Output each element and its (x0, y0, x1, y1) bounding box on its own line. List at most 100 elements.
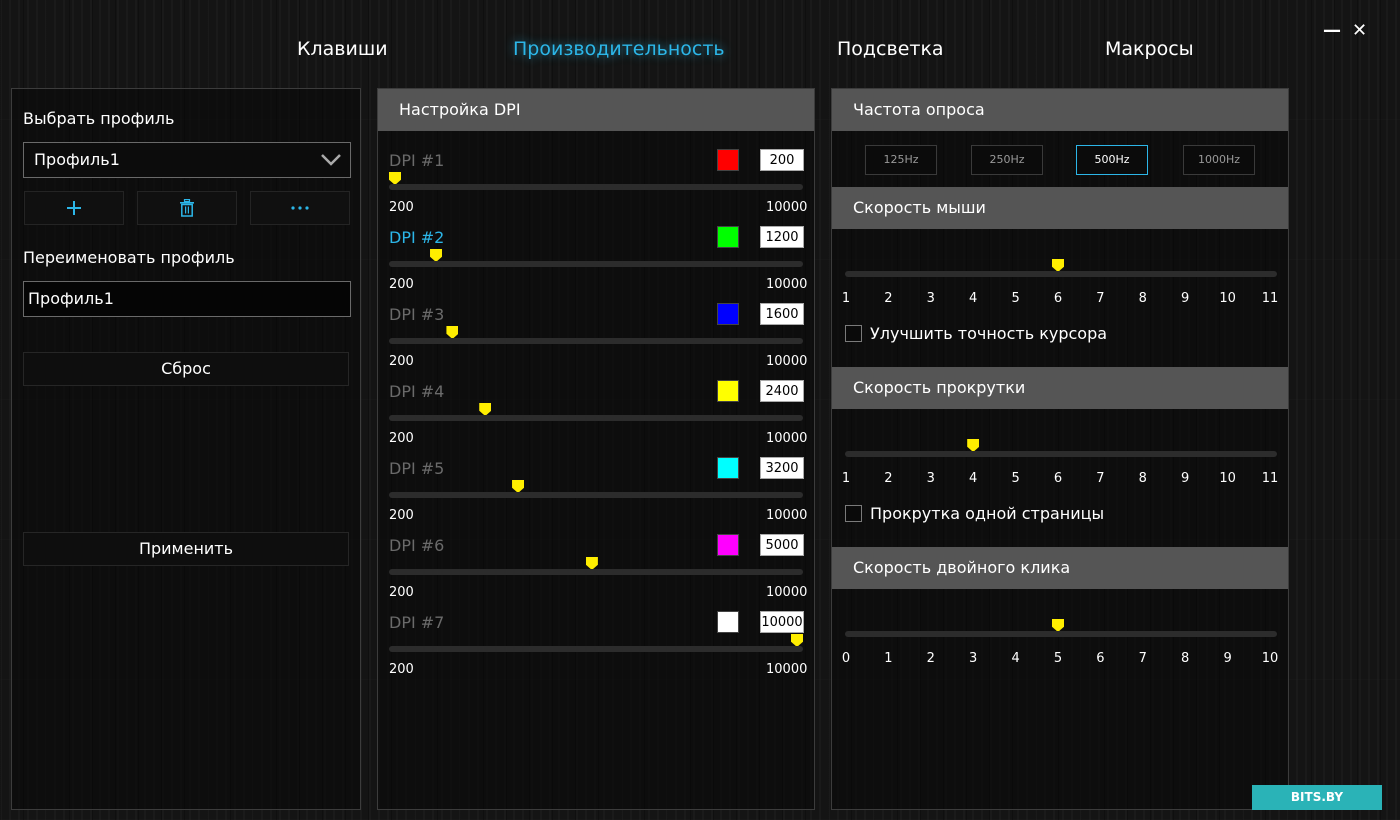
minimize-button[interactable]: — (1323, 20, 1341, 41)
slider-tick-label: 1 (884, 651, 893, 666)
dpi-label[interactable]: DPI #2 (389, 228, 444, 247)
slider-tick-label: 7 (1096, 291, 1105, 306)
slider-tick-label: 3 (926, 471, 935, 486)
profile-dropdown[interactable]: Профиль1 (23, 142, 351, 178)
rename-profile-input[interactable]: Профиль1 (23, 281, 351, 317)
mouse-speed-header: Скорость мыши (832, 187, 1288, 229)
tab-lighting[interactable]: Подсветка (837, 38, 944, 60)
dpi-min-label: 200 (389, 662, 414, 677)
dpi-value-input[interactable]: 5000 (760, 534, 804, 556)
slider-tick-label: 4 (969, 291, 978, 306)
tab-macros[interactable]: Макросы (1105, 38, 1194, 60)
dpi-value-input[interactable]: 1200 (760, 226, 804, 248)
dpi-section-header: Настройка DPI (378, 89, 814, 131)
profile-panel: Выбрать профиль Профиль1 Переименовать п… (11, 88, 361, 810)
dpi-label[interactable]: DPI #1 (389, 151, 444, 170)
trash-icon (180, 199, 194, 217)
dpi-max-label: 10000 (766, 662, 808, 677)
slider-tick-label: 1 (841, 471, 851, 486)
dpi-color-swatch[interactable] (717, 303, 739, 325)
delete-profile-button[interactable] (137, 191, 237, 225)
slider-tick-label: 7 (1138, 651, 1147, 666)
dpi-row: DPI #2 1200 200 10000 (378, 216, 814, 293)
rate-1000-button[interactable]: 1000Hz (1183, 145, 1255, 175)
dpi-value-input[interactable]: 10000 (760, 611, 804, 633)
dpi-value-input[interactable]: 3200 (760, 457, 804, 479)
slider-tick-label: 3 (926, 291, 935, 306)
slider-tick-label: 2 (884, 471, 893, 486)
rate-250-button[interactable]: 250Hz (971, 145, 1043, 175)
dpi-max-label: 10000 (766, 508, 808, 523)
slider-tick-label: 11 (1261, 471, 1279, 486)
dpi-max-label: 10000 (766, 585, 808, 600)
double-click-header: Скорость двойного клика (832, 547, 1288, 589)
slider-tick-label: 4 (1011, 651, 1020, 666)
dpi-color-swatch[interactable] (717, 457, 739, 479)
slider-tick-label: 3 (969, 651, 978, 666)
dpi-label[interactable]: DPI #7 (389, 613, 444, 632)
apply-button[interactable]: Применить (23, 532, 349, 566)
slider-tick-label: 0 (841, 651, 851, 666)
tab-performance[interactable]: Производительность (513, 38, 725, 60)
dpi-slider-track[interactable] (389, 338, 803, 344)
dpi-value-input[interactable]: 200 (760, 149, 804, 171)
dpi-value-input[interactable]: 2400 (760, 380, 804, 402)
dpi-label[interactable]: DPI #4 (389, 382, 444, 401)
slider-tick-label: 9 (1223, 651, 1232, 666)
slider-tick-label: 5 (1011, 291, 1020, 306)
dpi-row: DPI #1 200 200 10000 (378, 139, 814, 216)
watermark-logo: BITS.BY (1252, 785, 1382, 810)
add-profile-button[interactable] (24, 191, 124, 225)
slider-tick-label: 9 (1181, 471, 1190, 486)
single-page-scroll-checkbox[interactable] (845, 505, 862, 522)
dpi-color-swatch[interactable] (717, 226, 739, 248)
dpi-min-label: 200 (389, 354, 414, 369)
slider-tick-label: 10 (1219, 471, 1236, 486)
cursor-precision-checkbox[interactable] (845, 325, 862, 342)
slider-track[interactable] (845, 451, 1277, 457)
slider-tick-label: 8 (1138, 471, 1147, 486)
dpi-color-swatch[interactable] (717, 380, 739, 402)
dpi-label[interactable]: DPI #3 (389, 305, 444, 324)
dpi-row: DPI #3 1600 200 10000 (378, 293, 814, 370)
dpi-slider-track[interactable] (389, 646, 803, 652)
dpi-slider-track[interactable] (389, 492, 803, 498)
dpi-value-input[interactable]: 1600 (760, 303, 804, 325)
dpi-color-swatch[interactable] (717, 149, 739, 171)
profile-dropdown-value: Профиль1 (34, 150, 120, 169)
slider-track[interactable] (845, 271, 1277, 277)
dpi-slider-track[interactable] (389, 569, 803, 575)
tab-keys[interactable]: Клавиши (297, 38, 388, 60)
slider-tick-label: 4 (969, 471, 978, 486)
rate-500-button[interactable]: 500Hz (1076, 145, 1148, 175)
single-page-scroll-label: Прокрутка одной страницы (870, 504, 1105, 523)
dpi-panel: Настройка DPI DPI #1 200 200 10000 DPI #2 120… (377, 88, 815, 810)
more-options-button[interactable] (250, 191, 350, 225)
dpi-max-label: 10000 (766, 354, 808, 369)
dpi-min-label: 200 (389, 277, 414, 292)
dpi-min-label: 200 (389, 200, 414, 215)
dpi-slider-track[interactable] (389, 415, 803, 421)
reset-button[interactable]: Сброс (23, 352, 349, 386)
dpi-color-swatch[interactable] (717, 611, 739, 633)
dpi-label[interactable]: DPI #5 (389, 459, 444, 478)
slider-tick-label: 2 (926, 651, 935, 666)
rate-125-button[interactable]: 125Hz (865, 145, 937, 175)
dpi-slider-track[interactable] (389, 261, 803, 267)
close-button[interactable]: ✕ (1352, 20, 1367, 41)
dpi-label[interactable]: DPI #6 (389, 536, 444, 555)
dpi-min-label: 200 (389, 508, 414, 523)
settings-panel: Частота опроса 125Hz 250Hz 500Hz 1000Hz … (831, 88, 1289, 810)
dpi-color-swatch[interactable] (717, 534, 739, 556)
rename-profile-label: Переименовать профиль (23, 248, 235, 267)
dpi-min-label: 200 (389, 585, 414, 600)
slider-track[interactable] (845, 631, 1277, 637)
dpi-row: DPI #6 5000 200 10000 (378, 524, 814, 601)
cursor-precision-label: Улучшить точность курсора (870, 324, 1108, 343)
dpi-slider-track[interactable] (389, 184, 803, 190)
slider-tick-label: 5 (1053, 651, 1063, 666)
slider-tick-label: 1 (841, 291, 851, 306)
slider-tick-label: 6 (1053, 471, 1063, 486)
slider-tick-label: 8 (1138, 291, 1147, 306)
dpi-max-label: 10000 (766, 431, 808, 446)
